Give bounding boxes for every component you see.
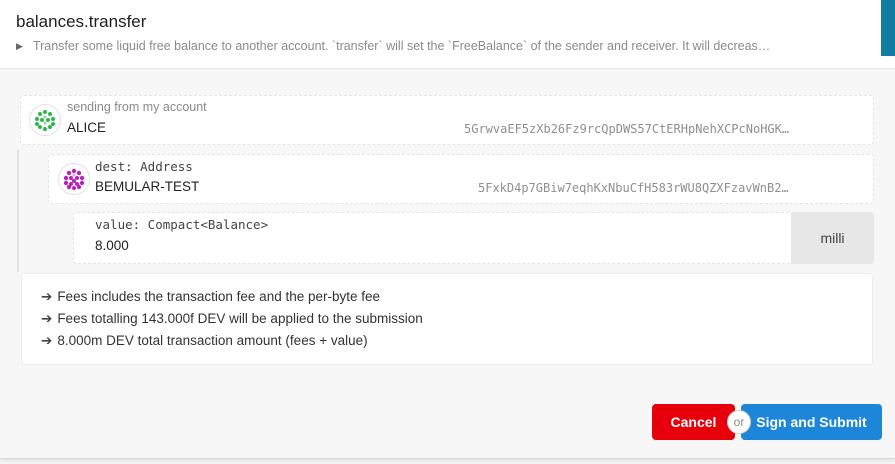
dest-name: BEMULAR-TEST: [95, 179, 200, 194]
fee-info-line: ➔ Fees totalling 143.000f DEV will be app…: [41, 311, 423, 326]
sender-address: 5GrwvaEF5zXb26Fz9rcQpDWS57CtERHpNehXCPcN…: [464, 122, 790, 136]
cancel-button[interactable]: Cancel: [652, 404, 735, 440]
unit-selector[interactable]: milli: [791, 212, 874, 264]
header-accent-bar: [881, 0, 895, 56]
arrow-right-icon: ➔: [41, 333, 53, 348]
dest-address: 5FxkD4p7GBiw7eqhKxNbuCfH583rWU8QZXFzavWn…: [478, 181, 789, 195]
modal-header: balances.transfer ▶ Transfer some liquid …: [0, 0, 895, 69]
description-text: Transfer some liquid free balance to ano…: [32, 39, 771, 53]
fee-info-line: ➔ Fees includes the transaction fee and t…: [41, 289, 381, 304]
dest-identicon-pattern: [63, 168, 85, 190]
or-separator: or: [727, 410, 751, 434]
fee-info-line: ➔ 8.000m DEV total transaction amount (fe…: [41, 333, 368, 348]
sign-and-submit-button[interactable]: Sign and Submit: [741, 404, 882, 440]
value-amount[interactable]: 8.000: [95, 238, 129, 253]
arrow-right-icon: ➔: [41, 311, 53, 326]
extrinsic-title: balances.transfer: [16, 12, 147, 31]
value-label: value: Compact<Balance>: [95, 217, 269, 232]
sender-identicon: [29, 104, 61, 136]
transaction-modal: balances.transfer ▶ Transfer some liquid …: [0, 0, 895, 459]
sender-identicon-pattern: [35, 110, 55, 131]
sender-label: sending from my account: [67, 100, 207, 114]
dest-identicon: [58, 163, 90, 195]
fee-info-box: ➔ Fees includes the transaction fee and t…: [21, 273, 873, 365]
triangle-right-icon[interactable]: ▶: [16, 41, 23, 51]
arrow-right-icon: ➔: [41, 289, 53, 304]
extrinsic-description[interactable]: ▶ Transfer some liquid free balance to an…: [16, 39, 874, 53]
dest-label: dest: Address: [95, 159, 193, 174]
sender-name: ALICE: [67, 120, 107, 135]
